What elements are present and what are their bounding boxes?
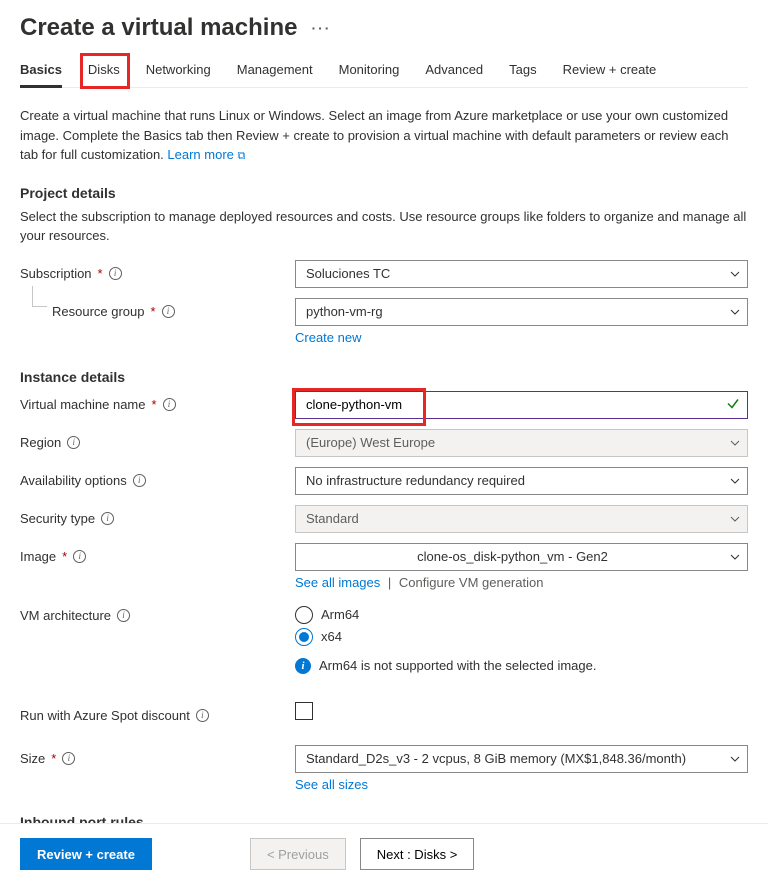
size-select[interactable]: Standard_D2s_v3 - 2 vcpus, 8 GiB memory … bbox=[295, 745, 748, 773]
tab-review[interactable]: Review + create bbox=[563, 56, 657, 87]
project-heading: Project details bbox=[20, 185, 748, 201]
check-icon bbox=[726, 396, 740, 413]
chevron-down-icon bbox=[729, 513, 741, 525]
page-title-text: Create a virtual machine bbox=[20, 14, 297, 42]
chevron-down-icon bbox=[729, 268, 741, 280]
info-icon[interactable]: i bbox=[163, 398, 176, 411]
info-icon[interactable]: i bbox=[62, 752, 75, 765]
tab-bar: Basics Disks Networking Management Monit… bbox=[20, 56, 748, 88]
info-icon[interactable]: i bbox=[67, 436, 80, 449]
tab-advanced[interactable]: Advanced bbox=[425, 56, 483, 87]
learn-more-link[interactable]: Learn more ⧉ bbox=[167, 147, 245, 162]
info-badge-icon: i bbox=[295, 658, 311, 674]
image-select[interactable]: clone-os_disk-python_vm - Gen2 bbox=[295, 543, 748, 571]
rg-select[interactable]: python-vm-rg bbox=[295, 298, 748, 326]
project-desc: Select the subscription to manage deploy… bbox=[20, 207, 748, 246]
chevron-down-icon bbox=[729, 475, 741, 487]
arch-label: VM architecture bbox=[20, 608, 111, 623]
subscription-select[interactable]: Soluciones TC bbox=[295, 260, 748, 288]
see-all-sizes-link[interactable]: See all sizes bbox=[295, 777, 368, 792]
intro-text: Create a virtual machine that runs Linux… bbox=[20, 106, 748, 165]
tab-management[interactable]: Management bbox=[237, 56, 313, 87]
tab-networking[interactable]: Networking bbox=[146, 56, 211, 87]
tab-monitoring[interactable]: Monitoring bbox=[339, 56, 400, 87]
region-label: Region bbox=[20, 435, 61, 450]
subscription-label: Subscription bbox=[20, 266, 92, 281]
vmname-input[interactable] bbox=[295, 391, 748, 419]
footer-bar: Review + create < Previous Next : Disks … bbox=[0, 823, 768, 884]
tab-tags[interactable]: Tags bbox=[509, 56, 536, 87]
chevron-down-icon bbox=[729, 437, 741, 449]
radio-arm64[interactable] bbox=[295, 606, 313, 624]
info-icon[interactable]: i bbox=[162, 305, 175, 318]
info-icon[interactable]: i bbox=[73, 550, 86, 563]
external-icon: ⧉ bbox=[238, 150, 246, 162]
size-label: Size bbox=[20, 751, 45, 766]
see-all-images-link[interactable]: See all images bbox=[295, 575, 380, 590]
image-label: Image bbox=[20, 549, 56, 564]
page-title: Create a virtual machine ··· bbox=[20, 14, 748, 42]
chevron-down-icon bbox=[729, 753, 741, 765]
avail-label: Availability options bbox=[20, 473, 127, 488]
tab-basics[interactable]: Basics bbox=[20, 56, 62, 87]
more-actions[interactable]: ··· bbox=[311, 20, 331, 36]
info-icon[interactable]: i bbox=[196, 709, 209, 722]
chevron-down-icon bbox=[729, 551, 741, 563]
info-icon[interactable]: i bbox=[101, 512, 114, 525]
arch-info-text: Arm64 is not supported with the selected… bbox=[319, 658, 596, 673]
spot-checkbox[interactable] bbox=[295, 702, 313, 720]
next-button[interactable]: Next : Disks > bbox=[360, 838, 475, 870]
info-icon[interactable]: i bbox=[133, 474, 146, 487]
instance-heading: Instance details bbox=[20, 369, 748, 385]
radio-x64[interactable] bbox=[295, 628, 313, 646]
avail-select[interactable]: No infrastructure redundancy required bbox=[295, 467, 748, 495]
vmname-label: Virtual machine name bbox=[20, 397, 146, 412]
tab-disks[interactable]: Disks bbox=[88, 56, 120, 87]
info-icon[interactable]: i bbox=[117, 609, 130, 622]
security-select: Standard bbox=[295, 505, 748, 533]
chevron-down-icon bbox=[729, 306, 741, 318]
info-icon[interactable]: i bbox=[109, 267, 122, 280]
inbound-heading: Inbound port rules bbox=[20, 814, 748, 824]
config-vm-gen: Configure VM generation bbox=[399, 575, 544, 590]
spot-label: Run with Azure Spot discount bbox=[20, 708, 190, 723]
intro-body: Create a virtual machine that runs Linux… bbox=[20, 108, 729, 162]
region-select: (Europe) West Europe bbox=[295, 429, 748, 457]
security-label: Security type bbox=[20, 511, 95, 526]
create-new-rg-link[interactable]: Create new bbox=[295, 330, 361, 345]
rg-label: Resource group bbox=[52, 304, 145, 319]
review-create-button[interactable]: Review + create bbox=[20, 838, 152, 870]
previous-button: < Previous bbox=[250, 838, 346, 870]
